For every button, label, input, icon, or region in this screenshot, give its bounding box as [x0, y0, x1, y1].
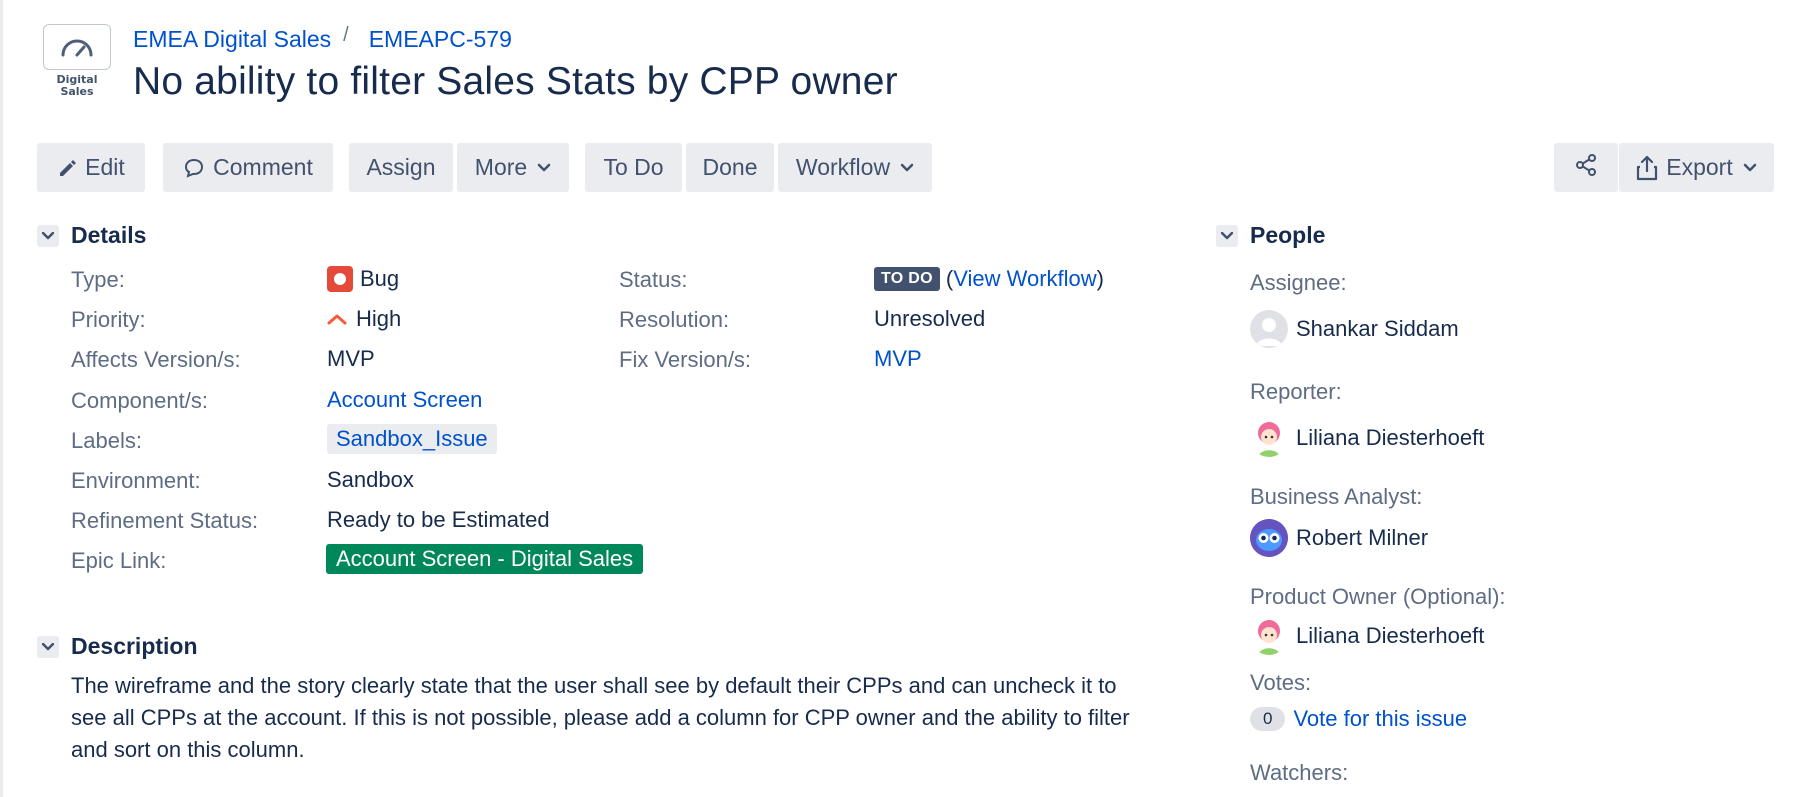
environment-value: Sandbox: [327, 467, 414, 492]
refinement-status-value: Ready to be Estimated: [327, 507, 550, 532]
type-value-text: Bug: [360, 266, 400, 291]
details-section-header[interactable]: Details: [37, 222, 146, 249]
avatar: [1250, 419, 1288, 457]
edit-button[interactable]: Edit: [37, 143, 145, 192]
people-section-header[interactable]: People: [1216, 222, 1325, 249]
priority-value-text: High: [356, 306, 402, 331]
priority-value: High: [327, 306, 401, 332]
labels-value: Sandbox_Issue: [327, 424, 497, 454]
chevron-down-icon: [900, 163, 914, 173]
description-section-title: Description: [71, 633, 198, 659]
refinement-status-label: Refinement Status:: [71, 508, 259, 533]
issue-title[interactable]: No ability to filter Sales Stats by CPP …: [133, 60, 898, 104]
business-analyst-label: Business Analyst:: [1250, 484, 1423, 509]
more-button[interactable]: More: [457, 143, 569, 192]
vote-link[interactable]: Vote for this issue: [1293, 706, 1467, 732]
type-value: Bug: [327, 266, 399, 292]
view-workflow-paren-open: (: [945, 266, 954, 291]
description-text[interactable]: The wireframe and the story clearly stat…: [71, 670, 1131, 766]
resolution-label: Resolution:: [619, 307, 730, 332]
affects-version-label: Affects Version/s:: [71, 347, 241, 372]
more-button-label: More: [474, 154, 528, 180]
view-workflow-paren-close: ): [1096, 266, 1104, 291]
votes: 0 Vote for this issue: [1250, 706, 1467, 732]
fix-version-label: Fix Version/s:: [619, 347, 752, 372]
epic-link-value: Account Screen - Digital Sales: [326, 544, 644, 574]
product-owner-name: Liliana Diesterhoeft: [1296, 623, 1485, 648]
type-label: Type:: [71, 267, 125, 292]
status-lozenge: TO DO: [874, 267, 940, 291]
comment-button-label: Comment: [213, 154, 313, 180]
epic-link-label: Epic Link:: [71, 548, 167, 573]
affects-version-value: MVP: [327, 346, 375, 371]
comment-button[interactable]: Comment: [163, 143, 333, 192]
bug-icon: [327, 266, 353, 292]
assign-button[interactable]: Assign: [349, 143, 453, 192]
chevron-down-icon[interactable]: [37, 224, 59, 247]
label-chip[interactable]: Sandbox_Issue: [327, 424, 497, 454]
priority-high-icon: [327, 312, 347, 326]
chevron-down-icon: [1743, 163, 1757, 173]
priority-label: Priority:: [71, 307, 146, 332]
avatar: [1250, 519, 1288, 557]
project-avatar[interactable]: Digital Sales: [43, 24, 111, 108]
chevron-down-icon[interactable]: [1216, 224, 1238, 247]
breadcrumb-project-link[interactable]: EMEA Digital Sales: [133, 26, 331, 53]
details-section-title: Details: [71, 222, 147, 248]
page-left-border: [0, 0, 3, 797]
workflow-button[interactable]: Workflow: [778, 143, 932, 192]
export-button[interactable]: Export: [1619, 143, 1774, 192]
status-value: TO DO ( View Workflow ): [874, 266, 1104, 292]
todo-transition-button[interactable]: To Do: [585, 143, 682, 192]
pencil-icon: [57, 158, 77, 178]
share-button[interactable]: [1554, 143, 1618, 192]
export-button-label: Export: [1666, 154, 1733, 180]
business-analyst[interactable]: Robert Milner: [1250, 519, 1428, 557]
component-label: Component/s:: [71, 388, 208, 413]
reporter[interactable]: Liliana Diesterhoeft: [1250, 419, 1484, 457]
chevron-down-icon[interactable]: [37, 635, 59, 658]
product-owner-label: Product Owner (Optional):: [1250, 584, 1506, 609]
breadcrumb-separator: /: [343, 24, 349, 46]
gauge-icon: [43, 24, 111, 70]
edit-button-label: Edit: [85, 154, 125, 180]
done-button-label: Done: [702, 154, 758, 180]
view-workflow-link[interactable]: View Workflow: [953, 266, 1096, 292]
todo-button-label: To Do: [603, 154, 664, 180]
comment-icon: [183, 157, 205, 179]
reporter-name: Liliana Diesterhoeft: [1296, 425, 1485, 450]
issue-toolbar: Edit Comment Assign More To Do Done Work…: [37, 143, 1774, 192]
labels-label: Labels:: [71, 428, 142, 453]
share-icon: [1574, 153, 1598, 183]
avatar: [1250, 617, 1288, 655]
assignee-name: Shankar Siddam: [1296, 316, 1459, 341]
breadcrumb-issue-key-link[interactable]: EMEAPC-579: [369, 26, 512, 53]
product-owner[interactable]: Liliana Diesterhoeft: [1250, 617, 1484, 655]
business-analyst-name: Robert Milner: [1296, 525, 1429, 550]
resolution-value: Unresolved: [874, 306, 986, 331]
assignee-label: Assignee:: [1250, 270, 1347, 295]
default-avatar-icon: [1250, 310, 1288, 348]
assignee[interactable]: Shankar Siddam: [1250, 310, 1459, 348]
people-section-title: People: [1250, 222, 1326, 248]
assign-button-label: Assign: [366, 154, 436, 180]
reporter-label: Reporter:: [1250, 379, 1342, 404]
environment-label: Environment:: [71, 468, 201, 493]
done-transition-button[interactable]: Done: [686, 143, 774, 192]
project-avatar-text: Digital Sales: [56, 73, 98, 98]
export-icon: [1636, 155, 1658, 181]
chevron-down-icon: [537, 163, 551, 173]
description-section-header[interactable]: Description: [37, 633, 198, 660]
votes-count-badge: 0: [1250, 707, 1286, 731]
fix-version-link[interactable]: MVP: [874, 346, 922, 372]
status-label: Status:: [619, 267, 688, 292]
component-link[interactable]: Account Screen: [327, 387, 482, 413]
workflow-button-label: Workflow: [795, 154, 891, 180]
epic-link-chip[interactable]: Account Screen - Digital Sales: [326, 544, 644, 574]
votes-label: Votes:: [1250, 670, 1312, 695]
breadcrumb: EMEA Digital Sales / EMEAPC-579: [133, 24, 512, 53]
watchers-label: Watchers:: [1250, 760, 1349, 785]
